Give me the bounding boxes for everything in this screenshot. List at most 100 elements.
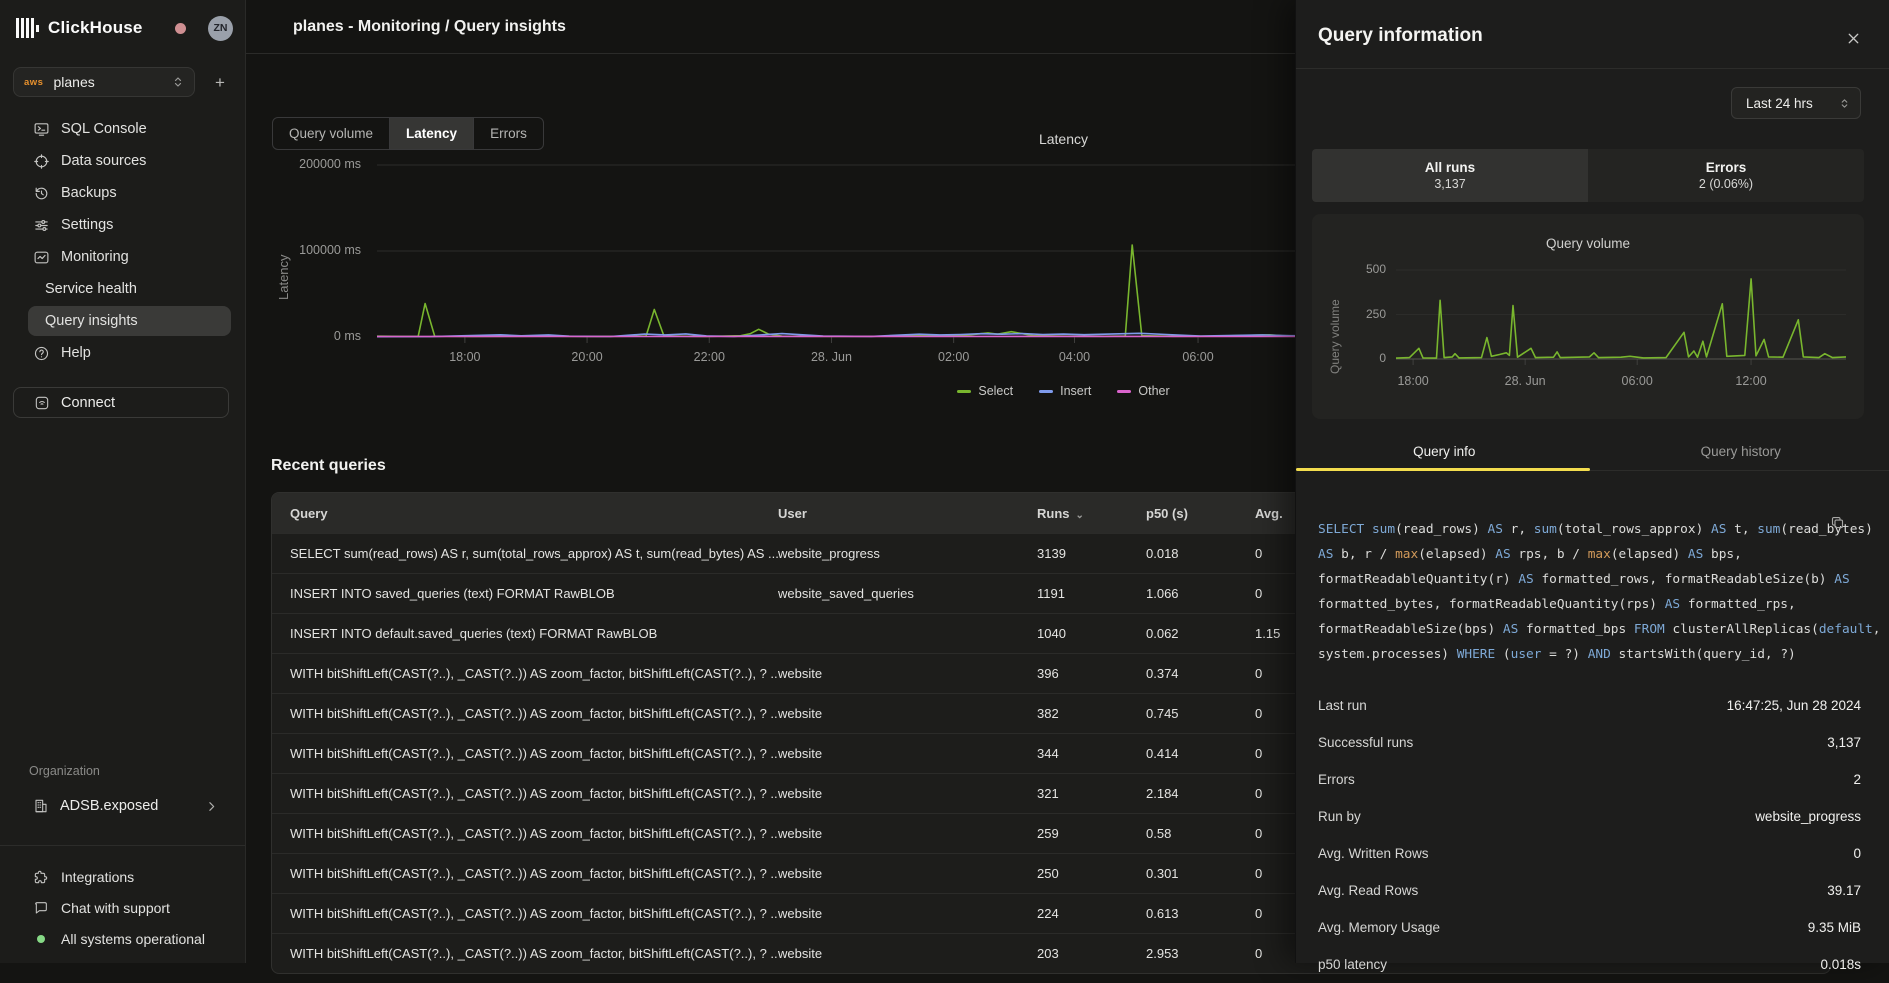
stat-label: Avg. Read Rows <box>1318 883 1418 898</box>
sort-chevron-icon: ⌄ <box>1076 510 1084 521</box>
sql-code-line: AS b, r / max(elapsed) AS rps, b / max(e… <box>1318 542 1848 567</box>
table-cell: WITH bitShiftLeft(CAST(?..), _CAST(?..))… <box>272 666 778 681</box>
stat-label: Avg. Written Rows <box>1318 846 1429 861</box>
sidebar-item-data-sources[interactable]: Data sources <box>0 145 245 177</box>
table-cell: 259 <box>1037 826 1146 841</box>
toggle-value: 3,137 <box>1434 177 1465 191</box>
page-title: planes - Monitoring / Query insights <box>293 18 566 36</box>
column-header-query[interactable]: Query <box>272 506 778 521</box>
footer-item-label: All systems operational <box>61 931 205 947</box>
sql-code-line: formatReadableQuantity(r) AS formatted_r… <box>1318 567 1848 592</box>
copy-icon[interactable] <box>1830 515 1845 530</box>
panel-tabs: Query infoQuery history <box>1296 437 1889 471</box>
stat-value: 39.17 <box>1827 883 1861 898</box>
sidebar-item-service-health[interactable]: Service health <box>0 273 245 305</box>
aws-icon: aws <box>24 77 43 88</box>
table-cell: 3139 <box>1037 546 1146 561</box>
sidebar-item-chat-with-support[interactable]: Chat with support <box>0 892 245 923</box>
stat-value: 3,137 <box>1827 735 1861 750</box>
table-cell: 2.184 <box>1146 786 1255 801</box>
x-tick-label: 22:00 <box>694 350 725 364</box>
sidebar-item-label: Backups <box>61 185 117 201</box>
table-cell: 0.374 <box>1146 666 1255 681</box>
column-header-runs[interactable]: Runs⌄ <box>1037 506 1146 521</box>
legend-item-other[interactable]: Other <box>1117 384 1169 398</box>
close-icon[interactable] <box>1843 28 1863 48</box>
sidebar-item-all-systems-operational[interactable]: All systems operational <box>0 923 245 954</box>
legend-label: Other <box>1138 384 1169 398</box>
tab-query-history[interactable]: Query history <box>1593 437 1889 471</box>
toggle-label: Errors <box>1706 160 1747 175</box>
query-information-panel: Query information Last 24 hrs All runs3,… <box>1295 0 1889 963</box>
legend-item-insert[interactable]: Insert <box>1039 384 1091 398</box>
toggle-errors[interactable]: Errors 2 (0.06%) <box>1588 149 1864 202</box>
table-cell: 344 <box>1037 746 1146 761</box>
y-tick-label: 250 <box>1342 307 1386 321</box>
table-cell: 1.066 <box>1146 586 1255 601</box>
logo-row: ClickHouse ZN <box>16 15 233 41</box>
table-cell: 250 <box>1037 866 1146 881</box>
sidebar-item-label: Query insights <box>45 313 138 329</box>
sidebar-item-label: Help <box>61 345 91 361</box>
table-cell: 0.062 <box>1146 626 1255 641</box>
query-volume-x-ticks: 18:0028. Jun06:0012:00 <box>1396 374 1846 388</box>
table-cell: website <box>778 866 1037 881</box>
toggle-label: All runs <box>1425 160 1475 175</box>
sidebar-item-query-insights[interactable]: Query insights <box>28 306 231 336</box>
notification-dot-icon[interactable] <box>175 23 186 34</box>
stat-row-p50-latency: p50 latency0.018s <box>1318 946 1861 983</box>
table-cell: WITH bitShiftLeft(CAST(?..), _CAST(?..))… <box>272 866 778 881</box>
column-header-user[interactable]: User <box>778 506 1037 521</box>
toggle-value: 2 (0.06%) <box>1699 177 1753 191</box>
help-icon <box>33 345 50 362</box>
status-dot-icon <box>33 935 49 943</box>
sidebar-item-backups[interactable]: Backups <box>0 177 245 209</box>
time-range-select[interactable]: Last 24 hrs <box>1731 87 1861 119</box>
connect-button[interactable]: Connect <box>13 387 229 418</box>
table-cell: 321 <box>1037 786 1146 801</box>
stat-value: 2 <box>1853 772 1861 787</box>
runs-errors-toggle: All runs 3,137 Errors 2 (0.06%) <box>1312 149 1864 202</box>
x-tick-label: 20:00 <box>571 350 602 364</box>
organization-item[interactable]: ADSB.exposed <box>13 790 233 822</box>
tab-query-info[interactable]: Query info <box>1296 437 1593 471</box>
connect-icon <box>34 395 50 411</box>
stat-label: Avg. Memory Usage <box>1318 920 1440 935</box>
stat-row-avg-read-rows: Avg. Read Rows 39.17 <box>1318 872 1861 909</box>
sidebar-item-label: Monitoring <box>61 249 129 265</box>
sql-code-line: formatted_bytes, formatReadableQuantity(… <box>1318 592 1848 617</box>
clickhouse-logo-icon[interactable] <box>16 18 39 38</box>
recent-queries-title: Recent queries <box>271 457 386 475</box>
stat-row-run-by: Run bywebsite_progress <box>1318 798 1861 835</box>
sidebar-item-help[interactable]: Help <box>0 337 245 369</box>
service-name: planes <box>53 74 94 90</box>
footer-item-label: Integrations <box>61 869 134 885</box>
sql-code-line: formatReadableSize(bps) AS formatted_bps… <box>1318 617 1848 642</box>
column-header-p50-s[interactable]: p50 (s) <box>1146 506 1255 521</box>
sidebar-item-monitoring[interactable]: Monitoring <box>0 241 245 273</box>
table-cell: website <box>778 906 1037 921</box>
service-selector[interactable]: aws planes <box>13 67 195 97</box>
sidebar-item-settings[interactable]: Settings <box>0 209 245 241</box>
table-cell: 0.018 <box>1146 546 1255 561</box>
user-avatar[interactable]: ZN <box>208 16 233 41</box>
x-tick-label: 06:00 <box>1182 350 1213 364</box>
legend-item-select[interactable]: Select <box>957 384 1013 398</box>
toggle-all-runs[interactable]: All runs 3,137 <box>1312 149 1588 202</box>
legend-swatch <box>1117 390 1131 393</box>
backups-icon <box>33 185 50 202</box>
tab-query-volume[interactable]: Query volume <box>273 118 390 149</box>
divider <box>1296 68 1889 69</box>
stat-label: Errors <box>1318 772 1355 787</box>
table-cell: website <box>778 946 1037 961</box>
table-cell: 0.301 <box>1146 866 1255 881</box>
query-volume-chart[interactable] <box>1396 259 1846 377</box>
sidebar-item-integrations[interactable]: Integrations <box>0 861 245 892</box>
sidebar-item-sql-console[interactable]: SQL Console <box>0 113 245 145</box>
table-cell: 0.745 <box>1146 706 1255 721</box>
chevron-right-icon <box>203 800 219 813</box>
add-service-button[interactable]: + <box>208 71 232 95</box>
table-cell: 2.953 <box>1146 946 1255 961</box>
table-cell: 382 <box>1037 706 1146 721</box>
sql-query-code[interactable]: SELECT sum(read_rows) AS r, sum(total_ro… <box>1318 517 1848 667</box>
